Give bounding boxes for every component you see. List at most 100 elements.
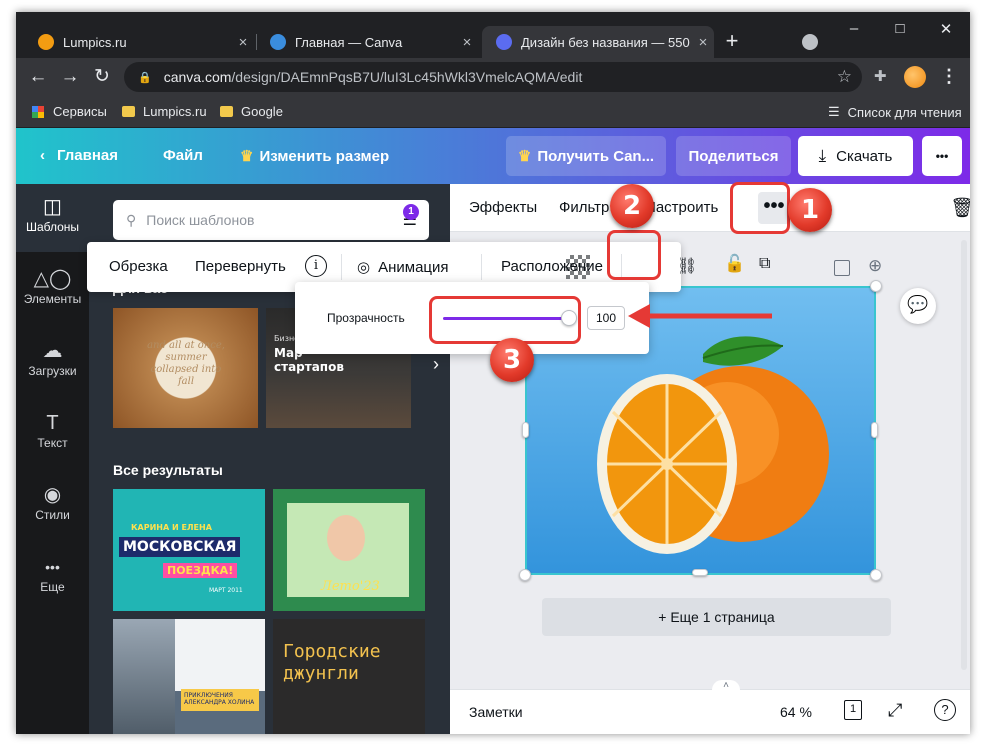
add-page-button[interactable]: + Еще 1 страница	[542, 598, 891, 636]
share-button[interactable]: Поделиться	[676, 136, 791, 176]
rail-templates[interactable]: ◫ Шаблоны	[16, 184, 89, 252]
lock-icon[interactable]: 🔓	[724, 254, 745, 274]
template-thumb-subtitle: ПОЕЗДКА!	[163, 563, 238, 578]
elements-icon: △◯	[33, 268, 72, 290]
close-tab-icon[interactable]: ×	[456, 34, 478, 51]
bookmark-lumpics[interactable]: Lumpics.ru	[122, 104, 207, 119]
zoom-level[interactable]: 64 %	[780, 704, 812, 720]
reading-list-label: Список для чтения	[847, 104, 962, 120]
browser-menu-icon[interactable]: ⋮	[940, 66, 958, 87]
tab-title: Дизайн без названия — 550 ×	[521, 34, 692, 50]
filter-button[interactable]: Фильтр	[559, 199, 609, 216]
resize-handle-right[interactable]	[871, 422, 878, 438]
palette-icon: ◉	[43, 484, 62, 506]
link-icon[interactable]: ⛓	[677, 256, 697, 276]
tab-canva-design[interactable]: Дизайн без названия — 550 × ×	[482, 26, 714, 58]
resize-handle-left[interactable]	[522, 422, 529, 438]
tab-lumpics[interactable]: Lumpics.ru ×	[24, 26, 254, 58]
chevron-up-icon[interactable]: ˄	[712, 680, 740, 692]
resize-handle-bottom-right[interactable]	[870, 569, 882, 581]
home-link[interactable]: ‹ Главная	[40, 147, 118, 164]
bookmark-star-icon[interactable]: ☆	[837, 67, 852, 87]
rail-label: Текст	[37, 436, 68, 450]
vertical-scrollbar[interactable]	[961, 240, 967, 670]
profile-avatar[interactable]	[904, 66, 926, 88]
header-more-button[interactable]: •••	[922, 136, 962, 176]
rail-elements[interactable]: △◯ Элементы	[16, 256, 89, 324]
minimize-button[interactable]: –	[834, 20, 874, 37]
add-page-icon[interactable]: ⊕	[868, 256, 882, 276]
browser-window: Lumpics.ru × Главная — Canva × Дизайн бе…	[16, 12, 970, 734]
rail-text[interactable]: T Текст	[16, 400, 89, 468]
text-icon: T	[46, 412, 59, 434]
resize-handle-bottom[interactable]	[692, 569, 708, 576]
help-button[interactable]: ?	[934, 699, 956, 721]
template-thumb-text: КАРИНА И ЕЛЕНА	[131, 523, 212, 532]
transparency-icon[interactable]	[566, 255, 590, 279]
template-thumb-moscow[interactable]: КАРИНА И ЕЛЕНА МОСКОВСКАЯ ПОЕЗДКА! МАРТ …	[113, 489, 265, 611]
toolbar-divider	[341, 254, 342, 280]
trash-icon[interactable]: 🗑	[950, 196, 970, 220]
notes-button[interactable]: Заметки	[469, 704, 523, 720]
bookmark-google[interactable]: Google	[220, 104, 283, 119]
info-button[interactable]: i	[305, 255, 327, 277]
search-placeholder: Поиск шаблонов	[146, 212, 255, 228]
file-menu[interactable]: Файл	[163, 147, 203, 164]
duplicate-page-icon[interactable]	[834, 260, 850, 276]
highlight-more-button	[730, 182, 790, 234]
address-bar[interactable]: 🔒 canva.com /design/DAEmnPqsB7U/luI3Lc45…	[124, 62, 862, 92]
close-tab-icon[interactable]: ×	[692, 34, 714, 51]
rail-styles[interactable]: ◉ Стили	[16, 472, 89, 540]
rail-uploads[interactable]: ☁ Загрузки	[16, 328, 89, 396]
get-pro-button[interactable]: ♛ Получить Can...	[506, 136, 666, 176]
template-search-input[interactable]: ⚲ Поиск шаблонов ☰ 1	[113, 200, 429, 240]
download-button[interactable]: ⤓ Скачать	[798, 136, 913, 176]
rail-label: Элементы	[23, 292, 82, 306]
template-thumb-adventures[interactable]: ПРИКЛЮЧЕНИЯ АЛЕКСАНДРА ХОЛИНА	[113, 619, 265, 734]
extensions-icon[interactable]: ✚	[874, 69, 890, 85]
adjust-button[interactable]: Настроить	[645, 199, 718, 216]
crop-button[interactable]: Обрезка	[109, 258, 168, 275]
step-marker-2: 2	[610, 184, 654, 228]
template-thumb-title: Лето'23	[321, 579, 380, 594]
comment-icon[interactable]: 💬	[900, 288, 936, 324]
highlight-transparency-icon	[607, 230, 661, 280]
new-tab-button[interactable]: +	[720, 30, 744, 54]
templates-icon: ◫	[43, 196, 62, 218]
home-label: Главная	[57, 147, 119, 164]
transparency-value-input[interactable]: 100	[587, 306, 625, 330]
tab-canva-home[interactable]: Главная — Canva ×	[256, 26, 478, 58]
bookmark-label: Lumpics.ru	[143, 104, 207, 119]
fullscreen-icon[interactable]: ⤢	[888, 700, 902, 721]
back-button[interactable]: ←	[26, 65, 50, 89]
flip-button[interactable]: Перевернуть	[195, 258, 286, 275]
effects-button[interactable]: Эффекты	[469, 199, 537, 216]
template-thumb-title: Городские джунгли	[283, 641, 381, 684]
resize-handle-top-right[interactable]	[870, 280, 882, 292]
template-thumb-autumn[interactable]: and all at once, summer collapsed into f…	[113, 308, 258, 428]
toolbar-divider	[481, 254, 482, 280]
reload-button[interactable]: ↻	[90, 65, 114, 89]
duplicate-icon[interactable]: ⧉	[759, 255, 770, 273]
carousel-next-icon[interactable]: ›	[433, 354, 439, 375]
resize-handle-bottom-left[interactable]	[519, 569, 531, 581]
canva-favicon-icon	[496, 34, 512, 50]
close-tab-icon[interactable]: ×	[232, 34, 254, 51]
rail-more[interactable]: ••• Еще	[16, 544, 89, 612]
reading-list[interactable]: ☰ Список для чтения	[828, 104, 962, 120]
animation-button[interactable]: ◎ Анимация	[357, 258, 449, 276]
page-count-button[interactable]: 1	[844, 700, 862, 720]
close-window-button[interactable]: ✕	[926, 20, 966, 38]
crown-icon: ♛	[517, 148, 532, 165]
maximize-button[interactable]: □	[880, 20, 920, 37]
forward-button[interactable]: →	[58, 65, 82, 89]
template-thumb-summer[interactable]: Лето'23	[273, 489, 425, 611]
step-marker-3: 3	[490, 338, 534, 382]
resize-button[interactable]: ♛ Изменить размер	[240, 147, 389, 165]
bookmark-services[interactable]: Сервисы	[32, 104, 107, 119]
template-thumb-jungle[interactable]: Городские джунгли	[273, 619, 425, 734]
resize-label: Изменить размер	[259, 148, 390, 165]
tab-search-icon[interactable]	[802, 34, 818, 50]
animation-icon: ◎	[357, 259, 371, 276]
get-pro-label: Получить Can...	[537, 147, 655, 165]
